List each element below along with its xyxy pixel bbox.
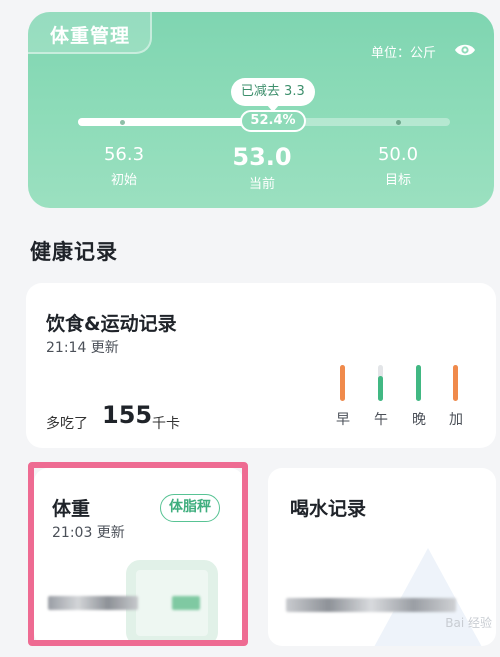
stat-start: 56.3 初始 (96, 144, 152, 188)
meal-bar-fill (416, 365, 421, 401)
weight-management-card[interactable]: 体重管理 单位：公斤 已减去 3.3 52.4% 56.3 初始 53.0 当前… (28, 12, 494, 208)
progress-percent: 52.4% (240, 110, 306, 132)
meal-bar-fill (453, 365, 458, 401)
meal-bar-dinner (416, 365, 421, 401)
body-fat-scale-badge[interactable]: 体脂秤 (160, 494, 220, 522)
section-title: 健康记录 (30, 240, 118, 264)
diet-updated: 21:14 更新 (46, 340, 119, 356)
calorie-unit: 千卡 (152, 416, 180, 432)
water-title: 喝水记录 (290, 498, 367, 520)
calorie-value: 155 (102, 401, 153, 429)
weight-record-card[interactable]: 体重 21:03 更新 体脂秤 (34, 468, 244, 646)
diet-exercise-card[interactable]: 饮食&运动记录 21:14 更新 多吃了 155 千卡 早 午 晚 加 (26, 283, 496, 448)
diet-title: 饮食&运动记录 (46, 313, 177, 335)
meal-label-lunch: 午 (374, 412, 388, 428)
start-marker (120, 120, 125, 125)
stat-target-value: 50.0 (377, 144, 419, 165)
meal-label-dinner: 晚 (412, 412, 426, 428)
watermark: Bai 经验 (445, 616, 492, 630)
stat-current: 53.0 当前 (224, 144, 300, 192)
stat-target: 50.0 目标 (370, 144, 426, 188)
card-title: 体重管理 (50, 25, 131, 47)
meal-bar-snack (453, 365, 458, 401)
eye-icon[interactable] (454, 42, 476, 58)
stat-start-value: 56.3 (103, 144, 145, 165)
stat-current-value: 53.0 (232, 143, 292, 171)
unit-label: 单位：公斤 (370, 46, 436, 61)
meal-bar-breakfast (340, 365, 345, 401)
blurred-content (48, 596, 138, 610)
blurred-content (286, 598, 456, 612)
meal-bar-fill (340, 365, 345, 401)
weight-updated: 21:03 更新 (52, 525, 125, 541)
weight-title: 体重 (52, 498, 91, 520)
stat-target-label: 目标 (384, 173, 411, 188)
reduced-tooltip: 已减去 3.3 (230, 78, 315, 112)
meal-label-snack: 加 (449, 412, 463, 428)
calorie-prefix: 多吃了 (46, 416, 88, 432)
stat-current-label: 当前 (248, 177, 275, 192)
meal-bar-fill (378, 375, 383, 401)
meal-label-breakfast: 早 (336, 412, 350, 428)
blurred-content (172, 596, 200, 610)
water-illustration (368, 548, 488, 646)
meal-bar-lunch (378, 365, 383, 401)
stat-start-label: 初始 (110, 173, 137, 188)
target-marker (396, 120, 401, 125)
